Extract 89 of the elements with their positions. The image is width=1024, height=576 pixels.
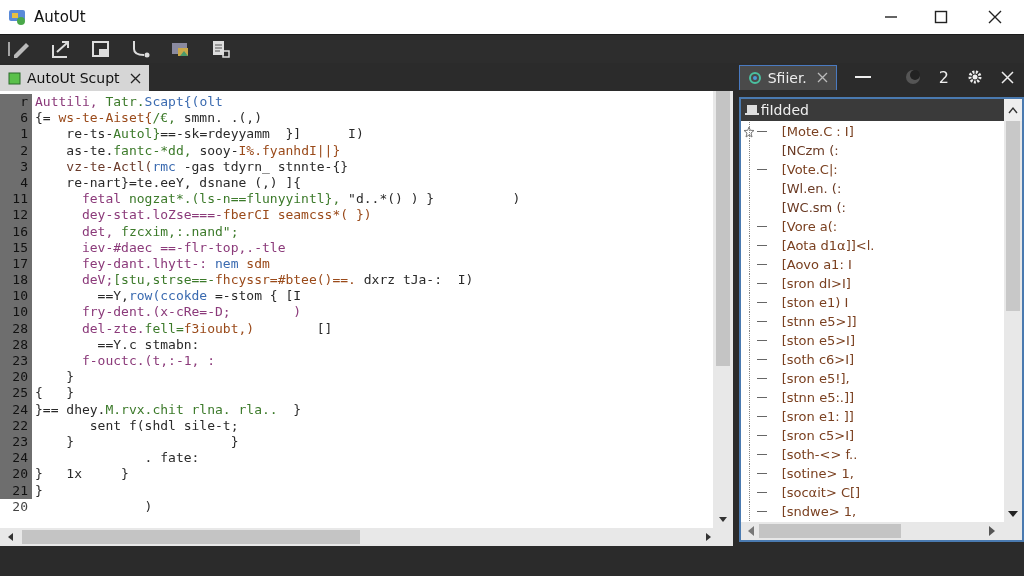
tree-item[interactable]: [soth-<> f..	[781, 447, 858, 462]
code-line: fry-dent.(x-cRe=-D; )	[80, 304, 302, 321]
line-number: 6	[0, 110, 32, 127]
tree-item[interactable]: [Vore a(:	[781, 219, 838, 234]
tree-item[interactable]: [soth c6>I]	[781, 352, 855, 367]
count-label: 2	[938, 67, 949, 87]
header-label: fiIdded	[760, 102, 810, 118]
tab-label: Sfiier.	[767, 69, 807, 86]
line-number: 11	[0, 191, 32, 208]
line-number: 10	[0, 288, 32, 305]
scrollbar-thumb[interactable]	[758, 524, 901, 538]
code-line: del-zte.fell=f3ioubt,) []	[80, 320, 333, 337]
down-arrow-icon[interactable]	[1008, 510, 1018, 518]
line-number: 1	[0, 126, 32, 143]
tree-item[interactable]: [sron c5>I]	[781, 428, 855, 443]
code-line: iev-#daec ==-flr-top,.-tle	[80, 239, 286, 256]
line-number: 18	[0, 272, 32, 289]
editor-tab[interactable]: AutoUt Scupt	[0, 65, 149, 91]
code-line: as-te.fantc-*dd, sooy-I%.fyanhdI||}	[65, 142, 341, 159]
line-number: 24	[0, 450, 32, 467]
close-icon[interactable]	[129, 72, 141, 84]
line-number: 10	[0, 304, 32, 321]
settings-icon[interactable]	[967, 69, 983, 85]
code-line: vz-te-Actl(rmc -gas tdyrn_ stnnte-{}	[65, 158, 349, 175]
scrollbar-thumb[interactable]	[1006, 121, 1020, 311]
tab-label: AutoUt Scupt	[27, 70, 120, 86]
code-line: } }	[65, 433, 239, 451]
right-arrow-icon[interactable]	[988, 526, 996, 536]
tree-item[interactable]: [sron dI>I]	[781, 276, 851, 291]
tree-item[interactable]: [stnn e5:.]]	[781, 390, 855, 405]
minimize-icon[interactable]	[854, 75, 871, 79]
scrollbar-thumb[interactable]	[715, 91, 730, 366]
line-number: 20	[0, 369, 32, 386]
tree-item[interactable]: [Wl.en. (:	[781, 181, 842, 196]
code-line: )	[143, 498, 153, 515]
code-line: ==Y.c stmabn:	[96, 336, 200, 353]
line-number: r	[0, 94, 32, 111]
tree-item[interactable]: [socαit> C[]	[781, 485, 861, 500]
scrollbar-thumb[interactable]	[22, 530, 360, 544]
code-line: . fate:	[143, 450, 200, 467]
maximize-icon	[934, 10, 948, 24]
square-icon	[8, 71, 21, 85]
line-number: 25	[0, 385, 32, 402]
tree-item[interactable]: [Aota d1α]]<l.	[781, 238, 875, 253]
tree-item[interactable]: [Vote.C|:	[781, 162, 838, 177]
tree-item[interactable]: [sotine> 1,	[781, 466, 854, 481]
left-arrow-icon[interactable]	[6, 532, 16, 542]
panel-tab[interactable]: Sfiier.	[738, 64, 837, 90]
scroll-up-button[interactable]	[1004, 99, 1022, 121]
tree-item[interactable]: [WC.sm (:	[781, 200, 846, 215]
line-number: 23	[0, 353, 32, 370]
code-line: fey-dant.lhytt-: nem sdm	[80, 255, 270, 273]
code-line: dey-stat.loZse===-fberCI seamcss*( })	[80, 207, 372, 224]
code-line: deV;[stu,strse==-fhcyssr=#btee()==. dxrz tJa-: I)	[80, 272, 474, 289]
down-arrow-icon[interactable]	[717, 514, 728, 524]
horizontal-scrollbar[interactable]	[740, 522, 1022, 540]
code-line: f-ouctc.(t,:-1, :	[80, 353, 215, 370]
code-line: } 1x }	[34, 466, 129, 483]
tree-item[interactable]: [sron e1: ]]	[781, 409, 854, 424]
tree-item[interactable]: [stnn e5>]]	[781, 314, 857, 329]
laptop-icon	[744, 104, 759, 116]
vertical-scrollbar[interactable]	[1004, 121, 1022, 522]
code-line: sent f(shdl sile-t;	[88, 417, 239, 434]
app-icon	[8, 8, 28, 26]
line-number: 20	[0, 466, 32, 483]
tree-item[interactable]: [sndwe> 1,	[781, 504, 857, 519]
code-line: }	[34, 482, 43, 499]
code-line: Auttili, Tatr.Scapt{(olt	[34, 94, 223, 111]
code-line: fetal nogzat*.(ls-n==flunyyintl}, "d..*() ) } )	[80, 191, 521, 208]
horizontal-scrollbar[interactable]	[0, 528, 733, 546]
tree-item[interactable]: [Mote.C : I]	[781, 124, 854, 139]
code-line: re-ts-Autol}==-sk=rdeyyamm }] I)	[65, 126, 364, 143]
line-number: 12	[0, 207, 32, 224]
refresh-icon	[747, 70, 762, 85]
code-line: }== dhey.M.rvx.chit rlna. rla.. }	[34, 401, 302, 418]
code-line: }	[65, 369, 75, 386]
code-line: det, fzcxim,:.nand";	[80, 223, 239, 240]
code-line: re-nart}=te.eeY, dsnane (,) ]{	[65, 174, 302, 192]
tree-item[interactable]: [ston e5>I]	[781, 333, 855, 348]
tree-item[interactable]: [NCzm (:	[781, 143, 839, 158]
close-icon	[988, 10, 1002, 24]
vertical-scrollbar[interactable]	[712, 91, 733, 528]
code-line: { }	[34, 385, 75, 402]
code-line: ==Y,row(ccokde =-stom { [I	[96, 288, 302, 305]
tree-item[interactable]: [ston e1) I	[781, 295, 849, 310]
window-title: AutoUt	[34, 8, 87, 26]
tree-item[interactable]: [sron e5!],	[781, 371, 850, 386]
code-line: {= ws-te-Aiset{/€, smmn. .(,)	[34, 110, 262, 127]
tree-item[interactable]: [Aovo a1: I	[781, 257, 852, 272]
